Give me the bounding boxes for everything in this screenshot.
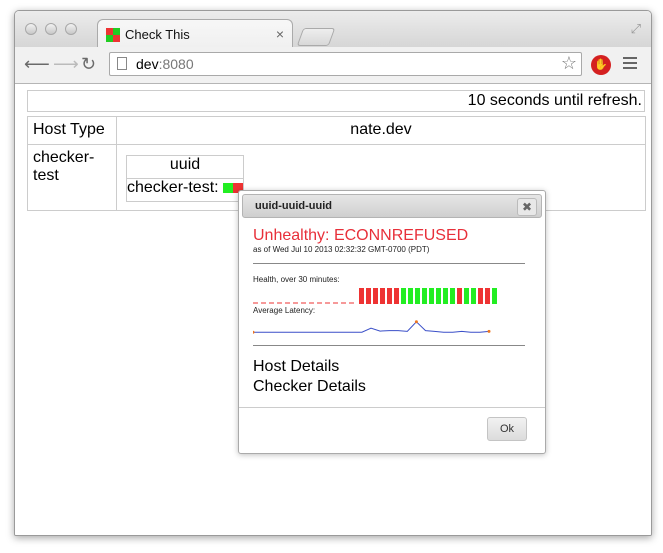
status-text: Unhealthy: ECONNREFUSED — [253, 227, 469, 244]
url-host: dev — [136, 56, 159, 72]
browser-toolbar: ⟵ ⟶ ↻ dev:8080 ☆ ✋ — [15, 47, 651, 84]
health-bar — [471, 288, 476, 304]
table-header-row: Host Type nate.dev — [27, 116, 646, 145]
inner-header-uuid: uuid — [125, 155, 245, 179]
close-window-button[interactable] — [25, 23, 37, 35]
dialog-footer-divider — [239, 407, 545, 408]
health-bar — [436, 288, 441, 304]
health-bar — [359, 288, 364, 304]
divider — [253, 345, 525, 346]
health-bar — [492, 288, 497, 304]
new-tab-button[interactable] — [296, 28, 336, 46]
latency-sparkline — [253, 320, 491, 334]
refresh-countdown: 10 seconds until refresh. — [27, 90, 645, 112]
tab-title: Check This — [125, 27, 190, 42]
tab-close-icon[interactable]: × — [276, 26, 284, 42]
health-bar — [422, 288, 427, 304]
favicon-icon — [106, 28, 120, 42]
forward-arrow-icon[interactable]: ⟶ — [53, 54, 79, 74]
health-bar — [401, 288, 406, 304]
health-sparkline — [253, 288, 497, 304]
health-bar — [485, 288, 490, 304]
zoom-window-button[interactable] — [65, 23, 77, 35]
url-text: dev:8080 — [136, 56, 194, 72]
latency-start-dot — [253, 330, 255, 334]
dialog-links: Host Details Checker Details — [253, 357, 366, 397]
health-bar — [457, 288, 462, 304]
stop-extension-icon[interactable]: ✋ — [591, 55, 611, 75]
tab-check-this[interactable]: Check This × — [97, 19, 293, 48]
healthy-square-icon[interactable] — [223, 182, 234, 193]
health-bar — [366, 288, 371, 304]
page-content: 10 seconds until refresh. Host Type nate… — [15, 84, 651, 535]
bookmark-star-icon[interactable]: ☆ — [561, 53, 577, 74]
latency-peak-dot — [414, 320, 418, 324]
url-port: :8080 — [158, 56, 194, 72]
checker-cell[interactable]: checker-test: — [125, 178, 245, 202]
browser-window: Check This × ⤢ ⟵ ⟶ ↻ dev:8080 ☆ ✋ 10 sec… — [14, 10, 652, 536]
divider — [253, 263, 525, 264]
health-bar — [373, 288, 378, 304]
checker-label: checker-test: — [127, 179, 219, 196]
dialog-close-icon[interactable]: ✖ — [517, 198, 537, 216]
header-host-type: Host Type — [27, 116, 117, 145]
status-timestamp: as of Wed Jul 10 2013 02:32:32 GMT-0700 … — [253, 245, 430, 254]
back-arrow-icon[interactable]: ⟵ — [24, 54, 50, 74]
health-bar — [443, 288, 448, 304]
minimize-window-button[interactable] — [45, 23, 57, 35]
host-details-link[interactable]: Host Details — [253, 357, 366, 377]
health-bar — [450, 288, 455, 304]
details-dialog: uuid-uuid-uuid ✖ Unhealthy: ECONNREFUSED… — [238, 190, 546, 454]
fullscreen-icon[interactable]: ⤢ — [631, 21, 641, 37]
row-label: checker- test — [27, 144, 117, 211]
health-bar — [464, 288, 469, 304]
health-bar — [478, 288, 483, 304]
health-bar — [415, 288, 420, 304]
ok-button[interactable]: Ok — [487, 417, 527, 441]
health-bar — [429, 288, 434, 304]
health-bar — [380, 288, 385, 304]
dialog-title-bar[interactable]: uuid-uuid-uuid ✖ — [242, 194, 542, 218]
latency-label: Average Latency: — [253, 306, 316, 315]
health-bars — [359, 288, 497, 304]
health-bar — [408, 288, 413, 304]
latency-end-dot — [487, 329, 491, 333]
menu-icon[interactable] — [623, 57, 637, 72]
header-host: nate.dev — [116, 116, 646, 145]
health-bar — [394, 288, 399, 304]
dialog-title: uuid-uuid-uuid — [255, 200, 332, 212]
health-bar — [387, 288, 392, 304]
reload-icon[interactable]: ↻ — [81, 54, 96, 74]
checker-details-link[interactable]: Checker Details — [253, 377, 366, 397]
address-bar[interactable]: dev:8080 ☆ — [109, 52, 582, 76]
title-bar: Check This × ⤢ — [15, 11, 651, 48]
page-icon — [117, 57, 127, 70]
health-label: Health, over 30 minutes: — [253, 275, 340, 284]
checks-table: uuid checker-test: — [125, 155, 245, 202]
latency-line — [253, 321, 490, 333]
